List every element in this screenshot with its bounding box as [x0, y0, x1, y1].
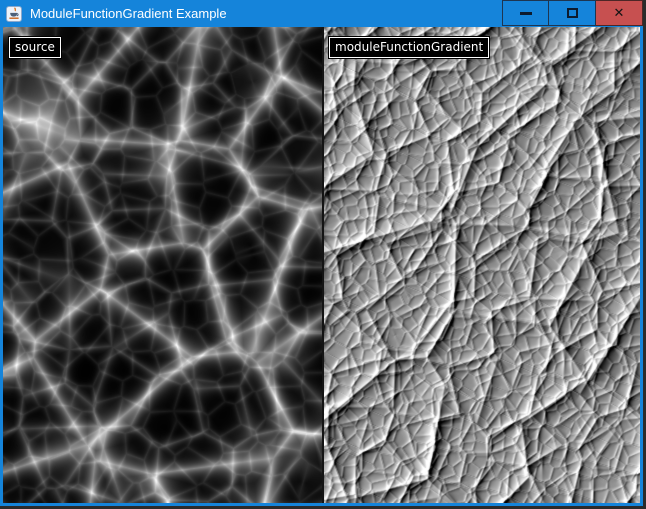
maximize-icon	[567, 8, 578, 18]
gradient-noise-image	[324, 27, 640, 503]
panel-source: source	[3, 27, 322, 503]
close-button[interactable]: ✕	[596, 0, 643, 26]
window-title: ModuleFunctionGradient Example	[30, 6, 227, 21]
titlebar[interactable]: ModuleFunctionGradient Example ✕	[0, 0, 643, 27]
client-area: source moduleFunctionGradient	[3, 27, 640, 503]
close-icon: ✕	[614, 7, 625, 20]
module-function-gradient-label: moduleFunctionGradient	[329, 37, 489, 58]
source-label: source	[9, 37, 61, 58]
app-window: ModuleFunctionGradient Example ✕ source …	[0, 0, 643, 506]
panel-module-function-gradient: moduleFunctionGradient	[324, 27, 640, 503]
maximize-button[interactable]	[549, 0, 596, 26]
source-noise-image	[3, 27, 322, 503]
window-controls: ✕	[502, 0, 643, 26]
java-coffee-cup-icon[interactable]	[6, 6, 22, 22]
minimize-button[interactable]	[502, 0, 549, 26]
minimize-icon	[520, 12, 532, 15]
